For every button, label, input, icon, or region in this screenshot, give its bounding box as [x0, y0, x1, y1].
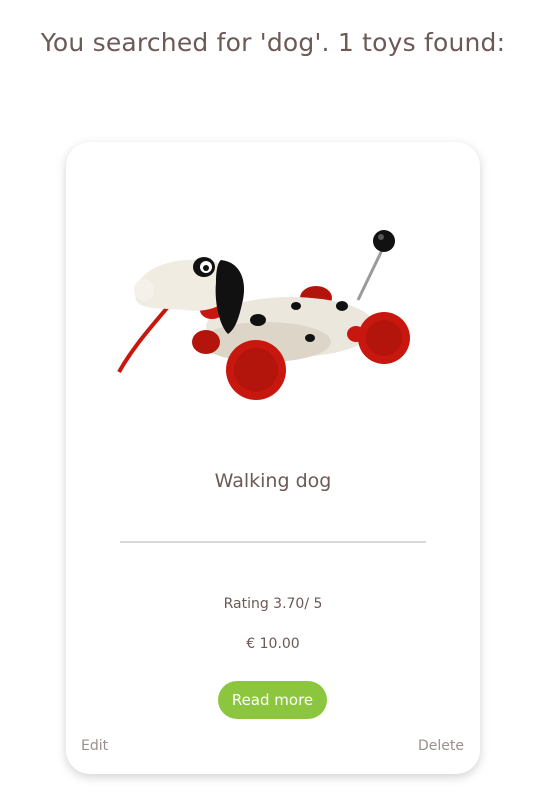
toy-price: € 10.00 — [246, 636, 300, 652]
search-results-page: You searched for 'dog'. 1 toys found: Wa… — [0, 0, 546, 804]
delete-link[interactable]: Delete — [418, 738, 464, 754]
toy-name: Walking dog — [214, 470, 332, 492]
card-divider — [120, 541, 426, 543]
read-more-button[interactable]: Read more — [218, 681, 327, 719]
walking-dog-toy-image[interactable] — [116, 222, 416, 412]
search-results-heading: You searched for 'dog'. 1 toys found: — [40, 28, 506, 57]
toy-rating: Rating 3.70/ 5 — [223, 596, 323, 612]
toy-card: Walking dog Rating 3.70/ 5 € 10.00 Read … — [66, 142, 480, 774]
edit-link[interactable]: Edit — [81, 738, 108, 754]
